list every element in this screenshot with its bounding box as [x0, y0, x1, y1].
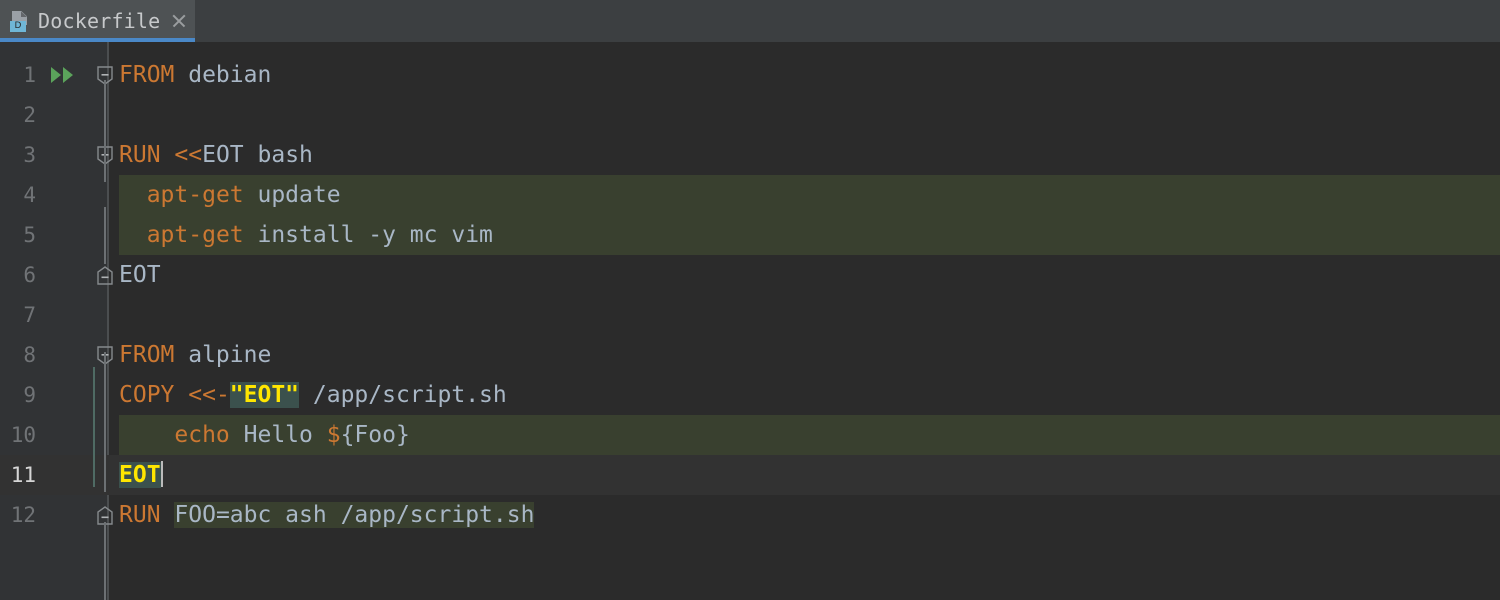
line-number: 8 [23, 343, 36, 367]
code-token: install -y mc vim [243, 222, 493, 248]
tab-dockerfile[interactable]: D Dockerfile [0, 0, 195, 42]
code-token: $ [326, 422, 341, 448]
line-number: 4 [23, 183, 36, 207]
code-token: << [174, 142, 203, 168]
line-number: 11 [10, 463, 36, 487]
code-token: FROM [119, 342, 175, 368]
current-line-highlight [0, 455, 1500, 495]
code-text[interactable]: EOT [119, 455, 163, 495]
dockerfile-icon: D [8, 8, 32, 34]
code-token: {Foo} [340, 422, 410, 448]
fold-connector-line [104, 522, 106, 600]
fold-connector-line [104, 207, 106, 264]
tab-label: Dockerfile [38, 9, 161, 33]
code-line[interactable]: 5 apt-get install -y mc vim [0, 215, 1500, 255]
line-number: 5 [23, 223, 36, 247]
code-token: update [243, 182, 341, 208]
line-number: 6 [23, 263, 36, 287]
code-token: /app/script.sh [299, 382, 507, 408]
code-token: EOT bash [202, 142, 313, 168]
code-line[interactable]: 1 FROM debian [0, 55, 1500, 95]
code-lines[interactable]: 1 FROM debian 2 3 RUN <<EOT bash 4 apt-get up… [0, 42, 1500, 600]
code-token: FOO=abc ash /app/script.sh [174, 502, 535, 528]
fold-connector-line [104, 80, 106, 182]
code-token: echo [174, 422, 230, 448]
line-number: 12 [10, 503, 36, 527]
code-line[interactable]: 7 [0, 295, 1500, 335]
code-token: EOT [119, 262, 161, 288]
line-number: 10 [10, 423, 36, 447]
line-number: 2 [23, 103, 36, 127]
code-line[interactable]: 6 EOT [0, 255, 1500, 295]
code-text[interactable]: echo Hello ${Foo} [119, 415, 410, 455]
line-number: 7 [23, 303, 36, 327]
code-line[interactable]: 12 RUN FOO=abc ash /app/script.sh [0, 495, 1500, 535]
code-text[interactable]: FROM debian [119, 55, 271, 95]
close-icon[interactable] [170, 12, 188, 30]
line-number: 9 [23, 383, 36, 407]
editor-tab-bar: D Dockerfile [0, 0, 1500, 42]
code-token: <<- [188, 382, 230, 408]
code-line[interactable]: 10 echo Hello ${Foo} [0, 415, 1500, 455]
code-line[interactable]: 3 RUN <<EOT bash [0, 135, 1500, 175]
code-token: apt-get [146, 182, 244, 208]
text-caret [160, 461, 163, 487]
code-token: COPY [119, 382, 175, 408]
code-token: RUN [119, 142, 161, 168]
code-token: "EOT" [229, 382, 300, 408]
code-token: debian [174, 62, 272, 88]
code-line[interactable]: 2 [0, 95, 1500, 135]
fold-end-icon[interactable] [95, 264, 115, 288]
code-text[interactable]: apt-get install -y mc vim [119, 215, 493, 255]
code-text[interactable]: COPY <<-"EOT" /app/script.sh [119, 375, 507, 415]
code-text[interactable]: apt-get update [119, 175, 341, 215]
code-line[interactable]: 9 COPY <<-"EOT" /app/script.sh [0, 375, 1500, 415]
code-token: RUN [119, 502, 161, 528]
code-token: apt-get [146, 222, 244, 248]
fold-connector-line [104, 352, 106, 492]
code-line[interactable]: 4 apt-get update [0, 175, 1500, 215]
code-token: FROM [119, 62, 175, 88]
code-token: alpine [174, 342, 272, 368]
code-text[interactable]: RUN FOO=abc ash /app/script.sh [119, 495, 535, 535]
code-editor[interactable]: 1 FROM debian 2 3 RUN <<EOT bash 4 apt-get up… [0, 42, 1500, 600]
code-line[interactable]: 11 EOT [0, 455, 1500, 495]
code-token: Hello [229, 422, 327, 448]
code-text[interactable]: RUN <<EOT bash [119, 135, 313, 175]
code-text[interactable]: EOT [119, 255, 161, 295]
dockerfile-icon-badge: D [10, 21, 26, 32]
code-text[interactable]: FROM alpine [119, 335, 271, 375]
code-token: EOT [119, 462, 161, 488]
run-double-chevron-icon[interactable] [50, 66, 76, 84]
line-number: 1 [23, 63, 36, 87]
line-number: 3 [23, 143, 36, 167]
code-line[interactable]: 8 FROM alpine [0, 335, 1500, 375]
active-region-guide [93, 367, 95, 487]
